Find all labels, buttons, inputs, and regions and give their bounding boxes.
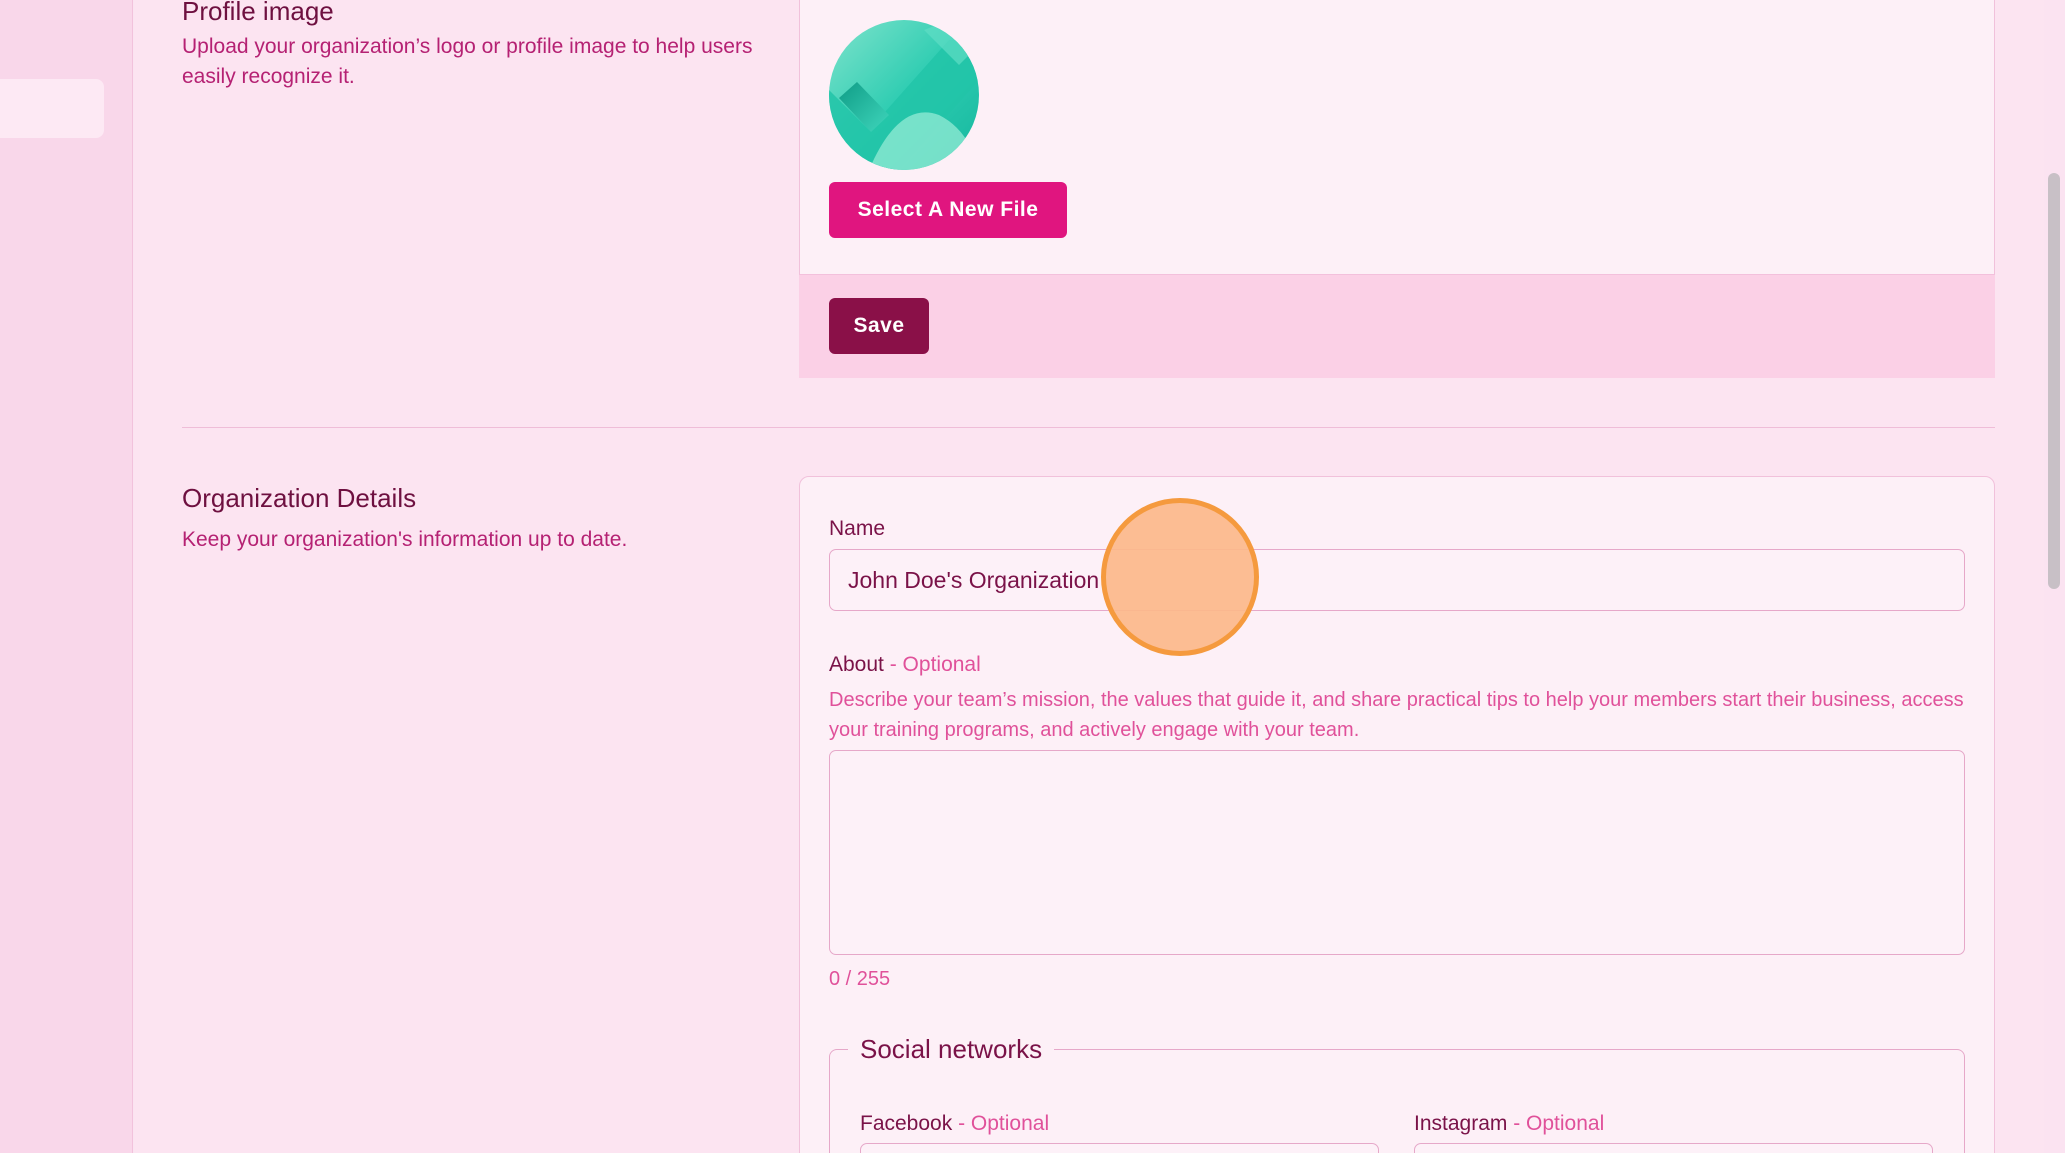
- org-details-title: Organization Details: [182, 483, 417, 513]
- name-input-value: John Doe's Organization: [848, 566, 1100, 593]
- profile-image-card-footer: [799, 274, 1995, 378]
- about-optional-tag: - Optional: [883, 653, 981, 676]
- social-networks-legend: Social networks: [848, 1034, 1055, 1065]
- profile-image-title: Profile image: [182, 0, 334, 26]
- click-indicator: [1101, 498, 1259, 656]
- facebook-label-text: Facebook: [860, 1112, 953, 1135]
- about-label-text: About: [829, 653, 884, 676]
- about-char-counter: 0 / 255: [829, 968, 891, 990]
- about-textarea[interactable]: [829, 750, 1965, 955]
- about-helper-text: Describe your team’s mission, the values…: [829, 689, 1964, 741]
- select-new-file-button[interactable]: Select A New File: [829, 182, 1067, 238]
- sidebar-active-item[interactable]: [0, 79, 104, 138]
- facebook-optional-tag: - Optional: [952, 1112, 1050, 1135]
- org-details-description: Keep your organization's information up …: [182, 528, 628, 551]
- left-sidebar: [0, 0, 133, 1153]
- scrollbar-thumb[interactable]: [2048, 173, 2060, 589]
- instagram-label-text: Instagram: [1414, 1112, 1508, 1135]
- save-button[interactable]: Save: [829, 298, 929, 354]
- profile-image-description: Upload your organization’s logo or profi…: [182, 35, 753, 88]
- instagram-optional-tag: - Optional: [1507, 1112, 1605, 1135]
- instagram-label: Instagram - Optional: [1414, 1112, 1604, 1136]
- facebook-input[interactable]: [860, 1143, 1379, 1153]
- name-input[interactable]: John Doe's Organization: [829, 549, 1965, 611]
- section-divider: [182, 427, 1995, 428]
- about-label: About - Optional: [829, 653, 981, 677]
- facebook-label: Facebook - Optional: [860, 1112, 1049, 1136]
- name-label: Name: [829, 517, 886, 540]
- instagram-input[interactable]: [1414, 1143, 1933, 1153]
- organization-avatar: [829, 20, 979, 170]
- organization-logo-image: [829, 20, 979, 170]
